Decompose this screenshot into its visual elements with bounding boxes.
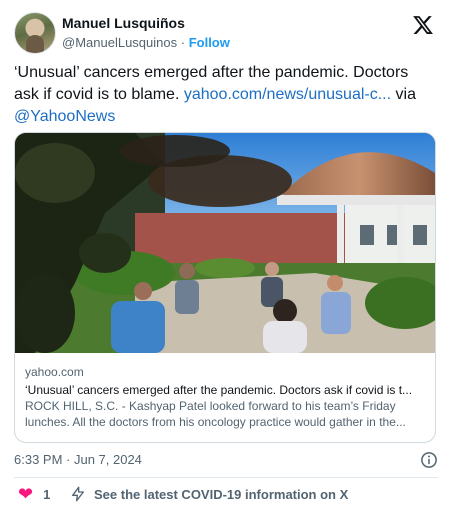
link-card-description-line-2: lunches. All the doctors from his oncolo… [25, 415, 406, 429]
tweet-actions: ❤ 1 See the latest COVID-19 information … [14, 484, 438, 504]
info-icon[interactable] [420, 451, 438, 469]
link-preview-card[interactable]: yahoo.com ‘Unusual’ cancers emerged afte… [14, 132, 436, 443]
link-card-domain: yahoo.com [25, 365, 84, 379]
follow-button[interactable]: Follow [189, 35, 230, 50]
link-card-title[interactable]: ‘Unusual’ cancers emerged after the pand… [25, 382, 425, 398]
lightning-bolt-icon [72, 486, 84, 502]
tweet-article-link[interactable]: yahoo.com/news/unusual-c... [184, 86, 391, 103]
author-handle-line: @ManuelLusquinos · Follow [62, 34, 230, 52]
tweet-embed-card: Manuel Lusquiños @ManuelLusquinos · Foll… [0, 0, 452, 510]
covid-info-link[interactable]: See the latest COVID-19 information on X [70, 484, 348, 504]
heart-icon: ❤ [18, 484, 34, 504]
like-count: 1 [43, 486, 51, 502]
divider [14, 477, 438, 478]
avatar-figure [26, 35, 44, 53]
author-handle[interactable]: @ManuelLusquinos [62, 35, 177, 50]
link-card-meta: yahoo.com ‘Unusual’ cancers emerged afte… [25, 364, 425, 430]
tweet-text-via: via [391, 86, 416, 103]
like-button[interactable]: ❤ 1 [18, 484, 50, 504]
tweet-mention-link[interactable]: @YahooNews [14, 108, 115, 125]
tweet-text: ‘Unusual’ cancers emerged after the pand… [14, 62, 434, 128]
handle-separator: · [180, 35, 186, 50]
author-display-name[interactable]: Manuel Lusquiños [62, 14, 230, 32]
author-info: Manuel Lusquiños @ManuelLusquinos · Foll… [62, 14, 230, 52]
tweet-timestamp[interactable]: 6:33 PM · Jun 7, 2024 [14, 452, 142, 467]
timestamp-row: 6:33 PM · Jun 7, 2024 [14, 450, 438, 470]
author-avatar[interactable] [14, 12, 56, 54]
tweet-header: Manuel Lusquiños @ManuelLusquinos · Foll… [14, 12, 438, 54]
covid-info-text: See the latest COVID-19 information on X [94, 486, 349, 502]
article-photo[interactable] [15, 133, 435, 353]
x-logo-icon[interactable] [412, 14, 434, 36]
link-card-description-line-1: ROCK HILL, S.C. - Kashyap Patel looked f… [25, 399, 396, 413]
